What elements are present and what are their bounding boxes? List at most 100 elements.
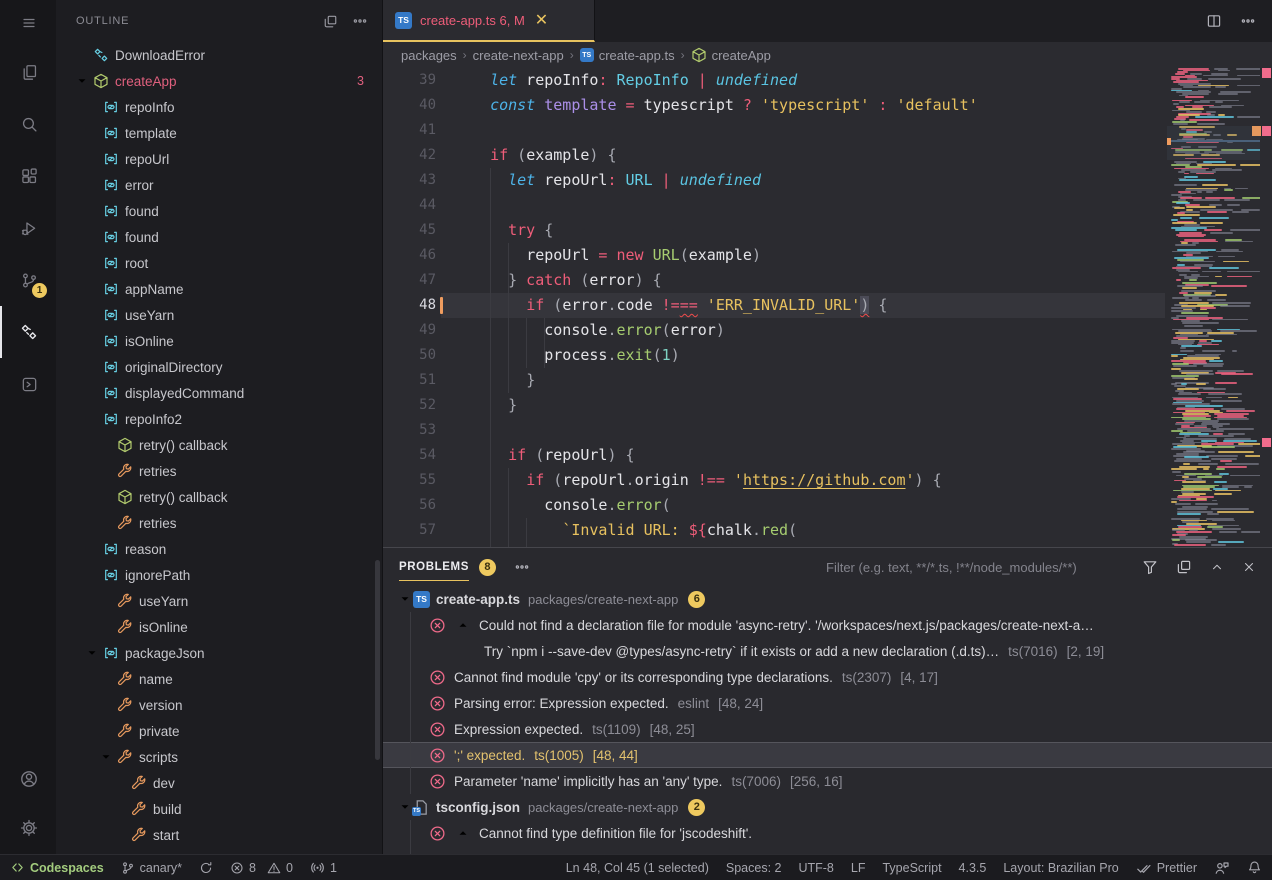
activitybar-source-control[interactable]: 1 (0, 254, 56, 306)
more-actions-icon[interactable] (1240, 13, 1256, 29)
code-line-51[interactable]: 51 } (383, 368, 1165, 393)
split-editor-icon[interactable] (1206, 13, 1222, 29)
code-line-54[interactable]: 54 if (repoUrl) { (383, 443, 1165, 468)
chevron-down-icon[interactable] (82, 646, 102, 660)
status-git-branch[interactable]: canary* (121, 861, 182, 875)
code-line-44[interactable]: 44 (383, 193, 1165, 218)
status-language-mode[interactable]: TypeScript (882, 861, 941, 875)
outline-item-build[interactable]: build (56, 796, 382, 822)
problems-file-row[interactable]: TStsconfig.jsonpackages/create-next-app2 (383, 794, 1272, 820)
code-line-57[interactable]: 57 `Invalid URL: ${chalk.red( (383, 518, 1165, 543)
problems-row[interactable]: Cannot find module 'cpy' or its correspo… (383, 664, 1272, 690)
minimap[interactable] (1167, 68, 1260, 547)
activitybar-search[interactable] (0, 98, 56, 150)
outline-item-useyarn[interactable]: useYarn (56, 302, 382, 328)
code-line-55[interactable]: 55 if (repoUrl.origin !== 'https://githu… (383, 468, 1165, 493)
outline-item-found[interactable]: found (56, 198, 382, 224)
sidebar-scrollbar[interactable] (375, 560, 380, 760)
outline-item-downloaderror[interactable]: DownloadError (56, 42, 382, 68)
code-line-42[interactable]: 42 if (example) { (383, 143, 1165, 168)
tab-problems[interactable]: PROBLEMS (399, 548, 469, 586)
code-line-43[interactable]: 43 let repoUrl: URL | undefined (383, 168, 1165, 193)
outline-item-originaldirectory[interactable]: originalDirectory (56, 354, 382, 380)
problems-filter-input[interactable] (826, 560, 1126, 575)
status-forwarded-ports[interactable]: 1 (310, 860, 337, 875)
problems-row[interactable]: Could not find a declaration file for mo… (383, 612, 1272, 638)
outline-item-appname[interactable]: appName (56, 276, 382, 302)
code-line-45[interactable]: 45 try { (383, 218, 1165, 243)
chevron-down-icon[interactable] (397, 592, 413, 606)
outline-item-retry-callback[interactable]: retry() callback (56, 432, 382, 458)
outline-item-repoinfo[interactable]: repoInfo (56, 94, 382, 120)
code-line-49[interactable]: 49 console.error(error) (383, 318, 1165, 343)
tab-create-app-ts[interactable]: TS create-app.ts 6, M ✕ (383, 0, 595, 42)
activitybar-run-and-debug[interactable] (0, 202, 56, 254)
collapse-related-icon[interactable] (455, 826, 471, 840)
outline-item-repourl[interactable]: repoUrl (56, 146, 382, 172)
outline-item-createapp[interactable]: createApp3 (56, 68, 382, 94)
outline-item-root[interactable]: root (56, 250, 382, 276)
code-line-52[interactable]: 52 } (383, 393, 1165, 418)
problems-row[interactable]: Parsing error: Expression expected.eslin… (383, 690, 1272, 716)
status-encoding[interactable]: UTF-8 (798, 861, 833, 875)
maximize-panel-icon[interactable] (1210, 560, 1224, 574)
outline-item-private[interactable]: private (56, 718, 382, 744)
code-line-50[interactable]: 50 process.exit(1) (383, 343, 1165, 368)
status-sync[interactable] (199, 861, 213, 875)
problems-row[interactable]: Expression expected.ts(1109)[48, 25] (383, 716, 1272, 742)
outline-item-retries[interactable]: retries (56, 458, 382, 484)
activitybar-explorer[interactable] (0, 46, 56, 98)
group-by-icon[interactable] (1176, 559, 1192, 575)
status-problems-summary[interactable]: 80 (230, 861, 293, 875)
code-line-39[interactable]: 39 let repoInfo: RepoInfo | undefined (383, 68, 1165, 93)
code-line-56[interactable]: 56 console.error( (383, 493, 1165, 518)
outline-item-packagejson[interactable]: packageJson (56, 640, 382, 666)
code-line-53[interactable]: 53 (383, 418, 1165, 443)
code-line-40[interactable]: 40 const template = typescript ? 'typesc… (383, 93, 1165, 118)
more-panels-icon[interactable] (514, 559, 530, 575)
status-prettier[interactable]: Prettier (1136, 860, 1197, 876)
outline-item-dev[interactable]: dev (56, 770, 382, 796)
status-notifications[interactable] (1247, 860, 1262, 875)
outline-item-name[interactable]: name (56, 666, 382, 692)
outline-item-scripts[interactable]: scripts (56, 744, 382, 770)
problems-row[interactable]: Try `npm i --save-dev @types/async-retry… (383, 638, 1272, 664)
outline-item-retry-callback[interactable]: retry() callback (56, 484, 382, 510)
problems-row[interactable]: Parameter 'name' implicitly has an 'any'… (383, 768, 1272, 794)
breadcrumb-item[interactable]: packages (401, 48, 457, 63)
collapse-all-icon[interactable] (323, 14, 338, 29)
filter-icon[interactable] (1142, 559, 1158, 575)
code-line-58[interactable]: 58 `"${example}"` (383, 543, 1165, 547)
problems-row[interactable]: The file is in the program because: (383, 846, 1272, 854)
chevron-down-icon[interactable] (96, 750, 116, 764)
status-remote-codespaces[interactable]: Codespaces (10, 860, 104, 875)
outline-item-retries[interactable]: retries (56, 510, 382, 536)
breadcrumb-item[interactable]: createApp (691, 47, 771, 63)
code-line-47[interactable]: 47 } catch (error) { (383, 268, 1165, 293)
outline-item-error[interactable]: error (56, 172, 382, 198)
activitybar-menu[interactable] (0, 0, 56, 46)
outline-item-useyarn[interactable]: useYarn (56, 588, 382, 614)
status-eol[interactable]: LF (851, 861, 866, 875)
problems-row[interactable]: ';' expected.ts(1005)[48, 44] (383, 742, 1272, 768)
breadcrumb-item[interactable]: TScreate-app.ts (580, 48, 675, 63)
activitybar-settings[interactable] (0, 802, 56, 854)
chevron-down-icon[interactable] (72, 74, 92, 88)
close-panel-icon[interactable] (1242, 560, 1256, 574)
activitybar-symbols[interactable] (0, 306, 56, 358)
outline-item-start[interactable]: start (56, 822, 382, 848)
more-actions-icon[interactable] (352, 13, 368, 29)
tab-close-icon[interactable]: ✕ (535, 10, 548, 30)
problems-file-row[interactable]: TScreate-app.tspackages/create-next-app6 (383, 586, 1272, 612)
outline-item-isonline[interactable]: isOnline (56, 614, 382, 640)
outline-item-version[interactable]: version (56, 692, 382, 718)
outline-item-found[interactable]: found (56, 224, 382, 250)
breadcrumb-item[interactable]: create-next-app (473, 48, 564, 63)
outline-item-reason[interactable]: reason (56, 536, 382, 562)
status-keyboard-layout[interactable]: Layout: Brazilian Pro (1003, 861, 1118, 875)
code-line-41[interactable]: 41 (383, 118, 1165, 143)
activitybar-terminal[interactable] (0, 358, 56, 410)
code-line-46[interactable]: 46 repoUrl = new URL(example) (383, 243, 1165, 268)
outline-item-template[interactable]: template (56, 120, 382, 146)
status-cursor-position[interactable]: Ln 48, Col 45 (1 selected) (566, 861, 709, 875)
